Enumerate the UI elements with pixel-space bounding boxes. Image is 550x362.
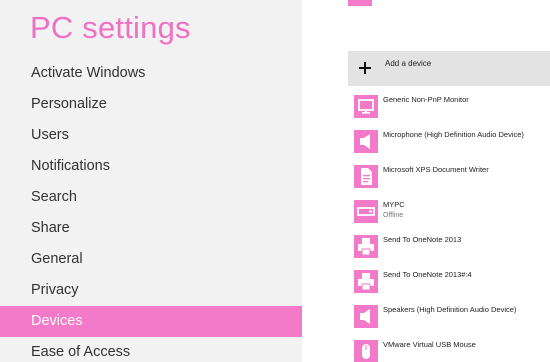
pc-icon	[354, 200, 378, 223]
printer-icon	[354, 270, 378, 293]
monitor-icon	[354, 95, 378, 118]
nav-item-privacy[interactable]: Privacy	[0, 275, 302, 306]
device-list: Generic Non-PnP Monitor Microphone (High…	[348, 89, 550, 362]
nav-item-activate-windows[interactable]: Activate Windows	[0, 58, 302, 89]
device-row[interactable]: Microphone (High Definition Audio Device…	[348, 124, 550, 159]
plus-icon	[359, 62, 371, 74]
device-name: Generic Non-PnP Monitor	[383, 95, 469, 104]
document-icon	[354, 165, 378, 188]
device-row[interactable]: Send To OneNote 2013#:4	[348, 264, 550, 299]
add-device-label: Add a device	[385, 59, 432, 68]
device-name: VMware Virtual USB Mouse	[383, 340, 476, 349]
nav-item-general[interactable]: General	[0, 244, 302, 275]
device-row[interactable]: Generic Non-PnP Monitor	[348, 89, 550, 124]
device-name: MYPC	[383, 200, 405, 209]
device-row[interactable]: Speakers (High Definition Audio Device)	[348, 299, 550, 334]
partial-device-tile	[348, 0, 372, 6]
add-device-button[interactable]: Add a device	[348, 51, 550, 86]
nav-item-search[interactable]: Search	[0, 182, 302, 213]
nav-item-notifications[interactable]: Notifications	[0, 151, 302, 182]
device-status: Offline	[383, 212, 404, 219]
nav-item-ease-of-access[interactable]: Ease of Access	[0, 337, 302, 362]
device-name: Send To OneNote 2013#:4	[383, 270, 472, 279]
device-name: Microphone (High Definition Audio Device…	[383, 130, 524, 139]
speaker-icon	[354, 305, 378, 328]
nav-item-devices[interactable]: Devices	[0, 306, 302, 337]
device-name: Send To OneNote 2013	[383, 235, 462, 244]
mouse-icon	[354, 340, 378, 362]
nav-item-personalize[interactable]: Personalize	[0, 89, 302, 120]
device-row[interactable]: Send To OneNote 2013	[348, 229, 550, 264]
device-row[interactable]: VMware Virtual USB Mouse	[348, 334, 550, 362]
nav-item-share[interactable]: Share	[0, 213, 302, 244]
settings-nav-list: Activate Windows Personalize Users Notif…	[0, 58, 302, 362]
speaker-icon	[354, 130, 378, 153]
device-row[interactable]: MYPC Offline	[348, 194, 550, 229]
device-name: Speakers (High Definition Audio Device)	[383, 305, 517, 314]
printer-icon	[354, 235, 378, 258]
settings-navigation-pane: PC settings Activate Windows Personalize…	[0, 0, 302, 362]
device-name: Microsoft XPS Document Writer	[383, 165, 489, 174]
devices-pane: Add a device Generic Non-PnP Monitor Mic…	[302, 0, 550, 362]
device-row[interactable]: Microsoft XPS Document Writer	[348, 159, 550, 194]
page-title: PC settings	[30, 10, 191, 45]
nav-item-users[interactable]: Users	[0, 120, 302, 151]
